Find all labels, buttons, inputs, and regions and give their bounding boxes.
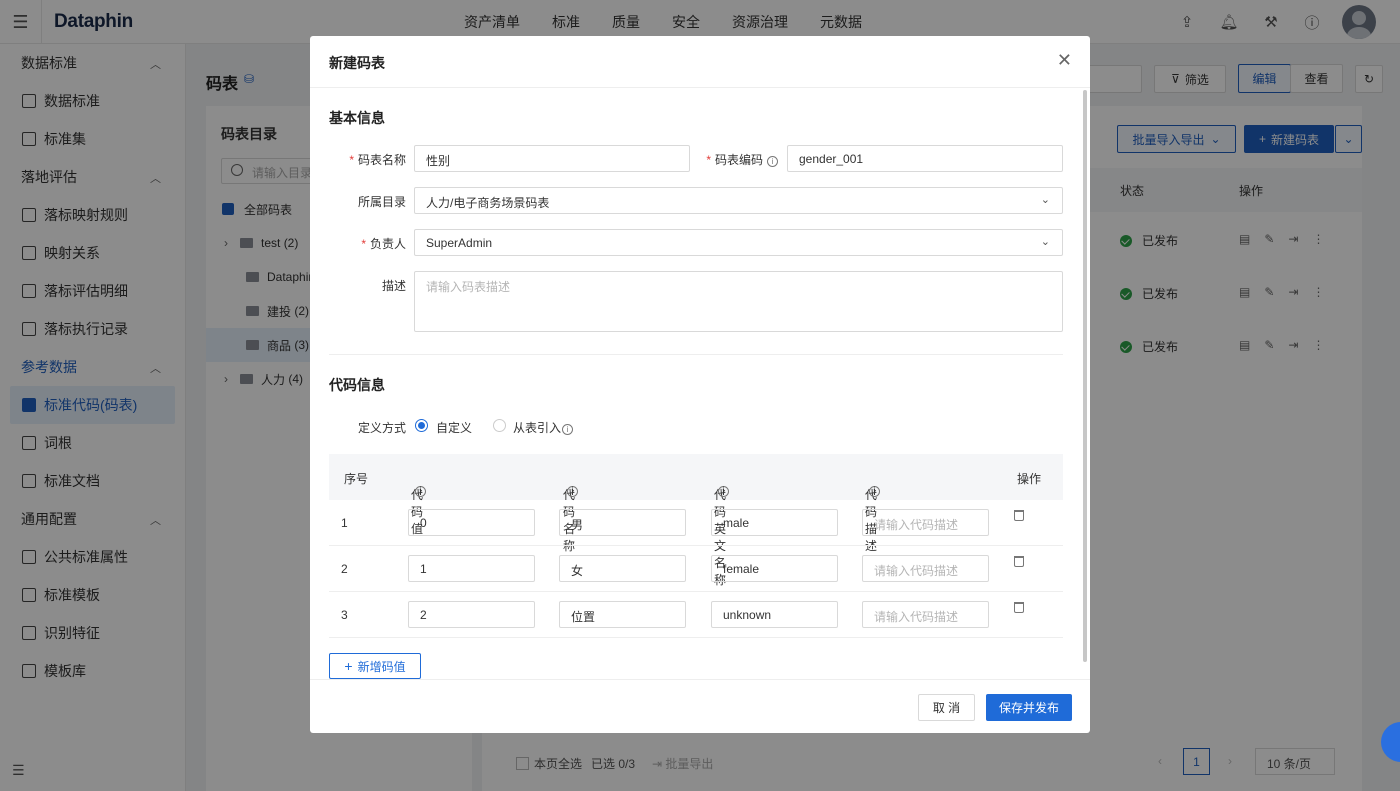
info-icon: i xyxy=(718,485,729,497)
table-row: 3 2 位置 unknown 请输入代码描述 xyxy=(329,592,1063,638)
description-label: 描述 xyxy=(381,279,406,293)
info-icon: i xyxy=(567,485,578,497)
code-name-input[interactable]: 位置 xyxy=(559,601,686,628)
code-table-code-input[interactable]: gender_001 xyxy=(787,145,1063,172)
owner-label: * 负责人 xyxy=(361,237,406,251)
code-desc-input[interactable]: 请输入代码描述 xyxy=(862,601,989,628)
code-en-name-input[interactable]: unknown xyxy=(711,601,838,628)
column-ops: 操作 xyxy=(1017,472,1042,486)
chevron-down-icon: ⌄ xyxy=(1040,236,1050,248)
description-textarea[interactable]: 请输入码表描述 xyxy=(414,271,1063,332)
radio-custom-label[interactable]: 自定义 xyxy=(436,419,472,436)
section-code-info: 代码信息 xyxy=(329,377,385,393)
table-row: 1 0 男 male 请输入代码描述 xyxy=(329,500,1063,546)
code-name-input[interactable]: 女 xyxy=(559,555,686,582)
divider xyxy=(329,354,1063,355)
cancel-button[interactable]: 取 消 xyxy=(918,694,975,721)
trash-icon[interactable] xyxy=(1014,510,1024,521)
dialog-title: 新建码表 xyxy=(329,55,385,71)
close-icon[interactable]: ✕ xyxy=(1057,50,1072,70)
row-index: 3 xyxy=(341,608,348,622)
info-icon: i xyxy=(415,485,426,497)
code-name-input[interactable]: 男 xyxy=(559,509,686,536)
code-label: * 码表编码 i xyxy=(694,151,778,168)
info-icon: i xyxy=(869,485,880,497)
directory-label: 所属目录 xyxy=(357,195,406,209)
row-index: 2 xyxy=(341,562,348,576)
save-and-publish-button[interactable]: 保存并发布 xyxy=(986,694,1072,721)
table-row: 2 1 女 female 请输入代码描述 xyxy=(329,546,1063,592)
code-value-input[interactable]: 2 xyxy=(408,601,535,628)
define-mode-label: 定义方式 xyxy=(357,421,406,435)
radio-custom[interactable] xyxy=(415,419,428,432)
row-index: 1 xyxy=(341,516,348,530)
section-basic-info: 基本信息 xyxy=(329,110,385,126)
code-table-name-input[interactable]: 性别 xyxy=(414,145,690,172)
code-desc-input[interactable]: 请输入代码描述 xyxy=(862,509,989,536)
plus-icon: + xyxy=(344,658,353,674)
radio-import[interactable] xyxy=(493,419,506,432)
owner-select[interactable]: SuperAdmin ⌄ xyxy=(414,229,1063,256)
column-index: 序号 xyxy=(344,472,369,486)
radio-import-label[interactable]: 从表引入 i xyxy=(513,419,574,436)
new-code-table-dialog: 新建码表 ✕ 基本信息 * 码表名称 性别 * 码表编码 i gender_001 所… xyxy=(310,36,1090,733)
name-label: * 码表名称 xyxy=(349,153,406,167)
dialog-header: 新建码表 ✕ xyxy=(310,36,1090,88)
code-en-name-input[interactable]: female xyxy=(711,555,838,582)
code-value-input[interactable]: 0 xyxy=(408,509,535,536)
dialog-footer: 取 消 保存并发布 xyxy=(310,679,1090,733)
scrollbar[interactable] xyxy=(1083,90,1087,662)
add-code-value-button[interactable]: + 新增码值 xyxy=(329,653,421,679)
trash-icon[interactable] xyxy=(1014,602,1024,613)
code-table-header: 序号 代码值 i 代码名称 i 代码英文名称 i 代码描述 i 操作 xyxy=(329,454,1063,587)
chevron-down-icon: ⌄ xyxy=(1040,194,1050,206)
code-value-input[interactable]: 1 xyxy=(408,555,535,582)
info-icon: i xyxy=(767,156,778,167)
info-icon: i xyxy=(562,424,574,435)
trash-icon[interactable] xyxy=(1014,556,1024,567)
code-en-name-input[interactable]: male xyxy=(711,509,838,536)
code-desc-input[interactable]: 请输入代码描述 xyxy=(862,555,989,582)
directory-select[interactable]: 人力/电子商务场景码表 ⌄ xyxy=(414,187,1063,214)
